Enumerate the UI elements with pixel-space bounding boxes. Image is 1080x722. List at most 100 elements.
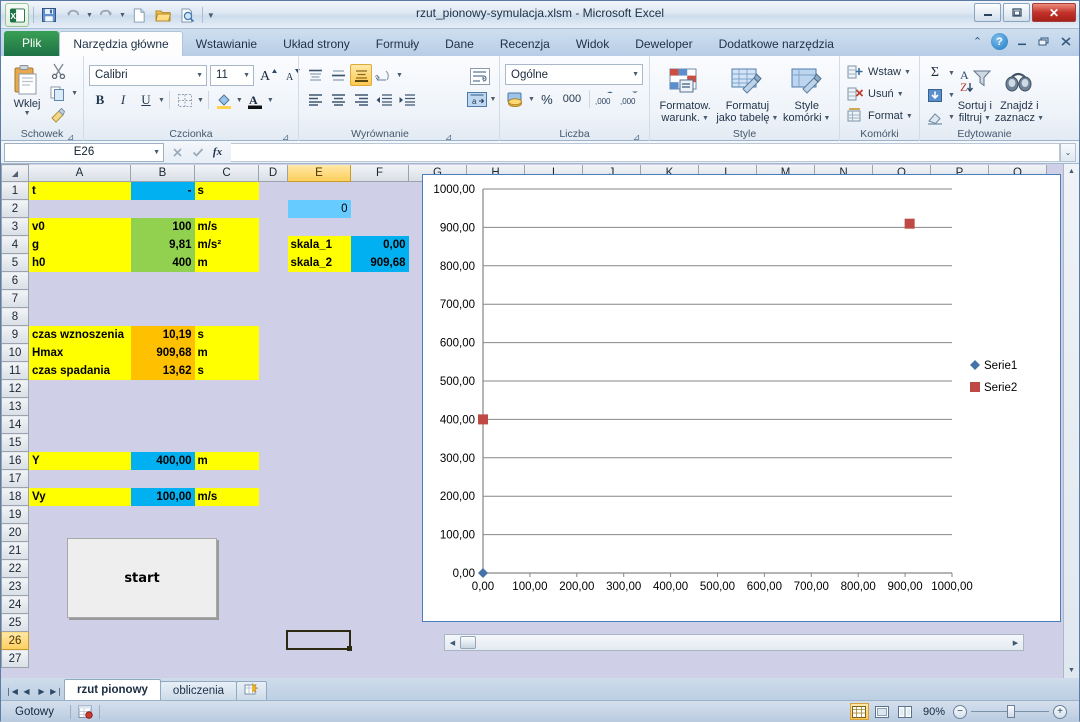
column-header-A[interactable]: A — [28, 164, 131, 182]
cell-C16[interactable]: m — [194, 451, 259, 470]
fill-color-button[interactable] — [213, 89, 235, 111]
cell-O27[interactable] — [872, 649, 931, 668]
cell-E8[interactable] — [287, 307, 351, 326]
cell-H27[interactable] — [466, 649, 525, 668]
cell-D3[interactable] — [258, 217, 288, 236]
row-header-18[interactable]: 18 — [1, 487, 29, 506]
cell-N27[interactable] — [814, 649, 873, 668]
number-dialog-launcher[interactable]: ⊿ — [631, 130, 642, 142]
align-middle-button[interactable] — [327, 64, 349, 86]
zoom-slider-thumb[interactable] — [1007, 705, 1015, 718]
zoom-out-button[interactable]: − — [953, 704, 967, 719]
row-header-24[interactable]: 24 — [1, 595, 29, 614]
format-painter-button[interactable] — [48, 105, 78, 125]
cell-F16[interactable] — [350, 451, 409, 470]
borders-dropdown-icon[interactable]: ▼ — [197, 97, 204, 104]
currency-dropdown-icon[interactable]: ▼ — [528, 96, 535, 103]
tab-dane[interactable]: Dane — [432, 33, 487, 56]
zoom-slider[interactable] — [971, 705, 1049, 718]
column-header-F[interactable]: F — [350, 164, 409, 182]
cell-D14[interactable] — [258, 415, 288, 434]
cell-F3[interactable] — [350, 217, 409, 236]
chart-point-Serie2[interactable] — [478, 414, 488, 425]
row-header-6[interactable]: 6 — [1, 271, 29, 290]
cell-B9[interactable]: 10,19 — [130, 325, 195, 344]
sort-filter-dropdown-icon[interactable]: ▼ — [984, 115, 991, 122]
row-header-12[interactable]: 12 — [1, 379, 29, 398]
cell-E24[interactable] — [287, 595, 351, 614]
workbook-minimize-icon[interactable] — [1013, 33, 1030, 50]
cell-E21[interactable] — [287, 541, 351, 560]
cell-F13[interactable] — [350, 397, 409, 416]
cell-D5[interactable] — [258, 253, 288, 272]
cell-A26[interactable] — [28, 631, 131, 650]
cell-A6[interactable] — [28, 271, 131, 290]
cell-A19[interactable] — [28, 505, 131, 524]
cell-C17[interactable] — [194, 469, 259, 488]
find-select-dropdown-icon[interactable]: ▼ — [1037, 115, 1044, 122]
page-layout-view-button[interactable] — [873, 703, 892, 720]
cell-B16[interactable]: 400,00 — [130, 451, 195, 470]
cell-F6[interactable] — [350, 271, 409, 290]
increase-decimal-button[interactable]: ,00 0 — [594, 88, 618, 110]
chart-object[interactable]: 0,00 100,00 200,00 300,00 400,00 500,00 600,00… — [422, 174, 1061, 622]
cell-B6[interactable] — [130, 271, 195, 290]
cell-B3[interactable]: 100 — [130, 217, 195, 236]
cell-B18[interactable]: 100,00 — [130, 487, 195, 506]
insert-function-icon[interactable]: fx — [208, 143, 227, 162]
underline-button[interactable]: U — [135, 89, 157, 111]
cell-A4[interactable]: g — [28, 235, 131, 254]
insert-cells-button[interactable]: Wstaw ▼ — [845, 62, 913, 82]
cell-C13[interactable] — [194, 397, 259, 416]
name-box[interactable]: E26 ▼ — [4, 142, 164, 162]
cell-E1[interactable] — [287, 181, 351, 200]
start-button[interactable]: start — [67, 538, 217, 618]
align-top-button[interactable] — [304, 64, 326, 86]
cell-A11[interactable]: czas spadania — [28, 361, 131, 380]
row-header-2[interactable]: 2 — [1, 199, 29, 218]
cell-A15[interactable] — [28, 433, 131, 452]
delete-cells-dropdown-icon[interactable]: ▼ — [897, 91, 904, 98]
row-header-3[interactable]: 3 — [1, 217, 29, 236]
help-icon[interactable]: ? — [991, 33, 1008, 50]
align-right-button[interactable] — [350, 89, 372, 111]
column-header-D[interactable]: D — [258, 164, 288, 182]
cell-C7[interactable] — [194, 289, 259, 308]
cell-F17[interactable] — [350, 469, 409, 488]
row-header-20[interactable]: 20 — [1, 523, 29, 542]
cell-C11[interactable]: s — [194, 361, 259, 380]
name-box-dropdown-icon[interactable]: ▼ — [153, 149, 160, 156]
scroll-right-arrow-icon[interactable]: ▶ — [1008, 635, 1023, 650]
collapse-ribbon-icon[interactable]: ⌃ — [969, 33, 986, 50]
cell-D1[interactable] — [258, 181, 288, 200]
expand-formula-bar-icon[interactable]: ⌄ — [1060, 142, 1076, 162]
row-header-5[interactable]: 5 — [1, 253, 29, 272]
scroll-left-arrow-icon[interactable]: ◀ — [445, 635, 460, 650]
cell-E20[interactable] — [287, 523, 351, 542]
window-restore-button[interactable] — [1003, 3, 1030, 22]
cell-A10[interactable]: Hmax — [28, 343, 131, 362]
cell-C3[interactable]: m/s — [194, 217, 259, 236]
clear-button[interactable]: ▼ — [925, 107, 955, 127]
cell-F14[interactable] — [350, 415, 409, 434]
find-select-button[interactable]: Znajdź i zaznacz ▼ — [995, 61, 1044, 124]
conditional-formatting-button[interactable]: Formatow. warunk. ▼ — [655, 61, 715, 124]
cell-D20[interactable] — [258, 523, 288, 542]
cell-D4[interactable] — [258, 235, 288, 254]
cell-E27[interactable] — [287, 649, 351, 668]
cell-D17[interactable] — [258, 469, 288, 488]
cell-E16[interactable] — [287, 451, 351, 470]
new-sheet-icon[interactable] — [236, 681, 268, 700]
tab-deweloper[interactable]: Deweloper — [622, 33, 705, 56]
cell-D21[interactable] — [258, 541, 288, 560]
cell-E26[interactable] — [287, 631, 351, 650]
font-size-combo[interactable]: 11 ▼ — [210, 64, 254, 86]
merge-cells-button[interactable]: a — [464, 88, 490, 110]
row-header-8[interactable]: 8 — [1, 307, 29, 326]
align-center-button[interactable] — [327, 89, 349, 111]
underline-dropdown-icon[interactable]: ▼ — [158, 97, 165, 104]
increase-indent-button[interactable] — [396, 89, 418, 111]
format-as-table-dropdown-icon[interactable]: ▼ — [772, 115, 779, 122]
cell-C26[interactable] — [194, 631, 259, 650]
format-as-table-button[interactable]: Formatuj jako tabelę ▼ — [715, 61, 779, 124]
